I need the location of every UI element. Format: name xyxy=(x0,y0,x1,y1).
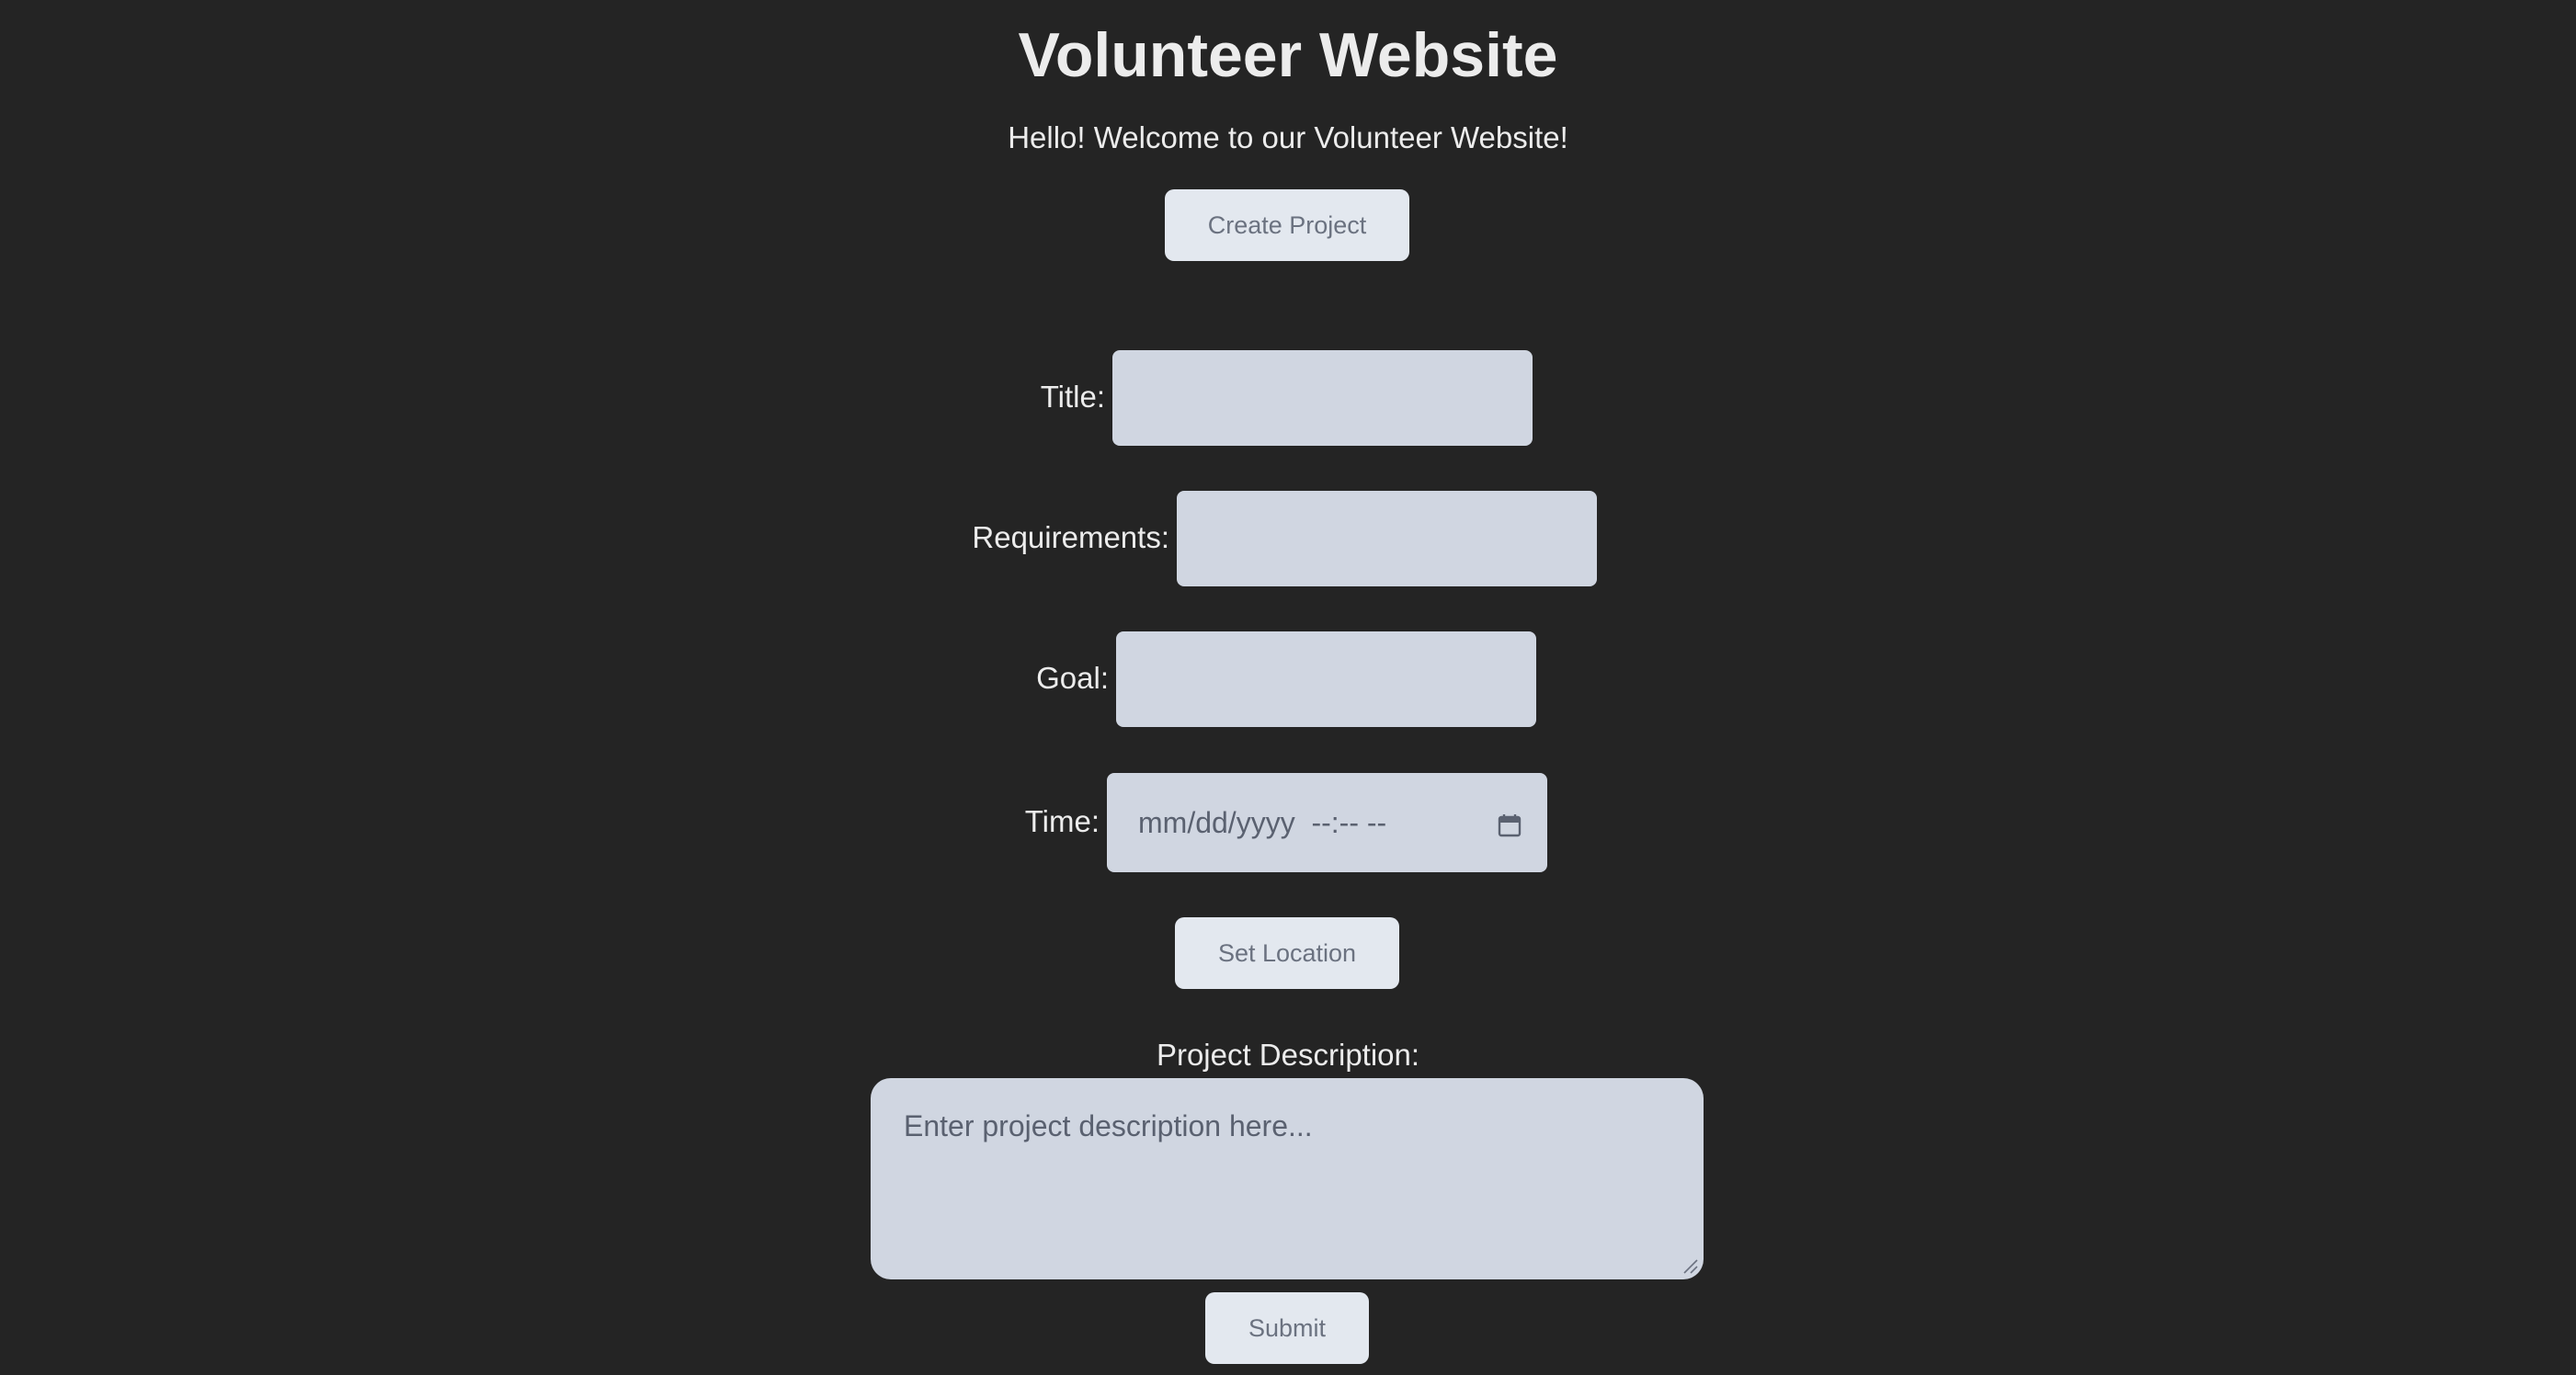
create-project-button-label: Create Project xyxy=(1207,210,1367,239)
time-label: Time: xyxy=(1024,804,1100,838)
requirements-input[interactable] xyxy=(1177,491,1597,586)
time-input[interactable]: mm/dd/yyyy --:-- -- xyxy=(1107,773,1547,872)
requirements-label: Requirements: xyxy=(972,520,1169,554)
submit-button-label: Submit xyxy=(1248,1313,1327,1342)
page-title: Volunteer Website xyxy=(1018,20,1558,90)
welcome-message: Hello! Welcome to our Volunteer Website! xyxy=(1008,120,1568,154)
title-label: Title: xyxy=(1040,380,1105,414)
page: Volunteer Website Hello! Welcome to our … xyxy=(0,0,2576,1375)
calendar-icon[interactable] xyxy=(1498,811,1522,837)
goal-input[interactable] xyxy=(1116,631,1536,727)
description-placeholder: Enter project description here... xyxy=(904,1109,1313,1142)
goal-label: Goal: xyxy=(1036,661,1109,695)
description-textarea[interactable]: Enter project description here... xyxy=(871,1078,1704,1279)
description-label: Project Description: xyxy=(1156,1038,1420,1072)
time-placeholder: mm/dd/yyyy --:-- -- xyxy=(1138,805,1387,839)
set-location-button-label: Set Location xyxy=(1217,938,1357,967)
set-location-button[interactable]: Set Location xyxy=(1175,917,1399,989)
title-input[interactable] xyxy=(1112,350,1533,446)
submit-button[interactable]: Submit xyxy=(1205,1292,1369,1364)
resize-handle-icon[interactable] xyxy=(1681,1257,1698,1274)
create-project-button[interactable]: Create Project xyxy=(1165,189,1409,261)
